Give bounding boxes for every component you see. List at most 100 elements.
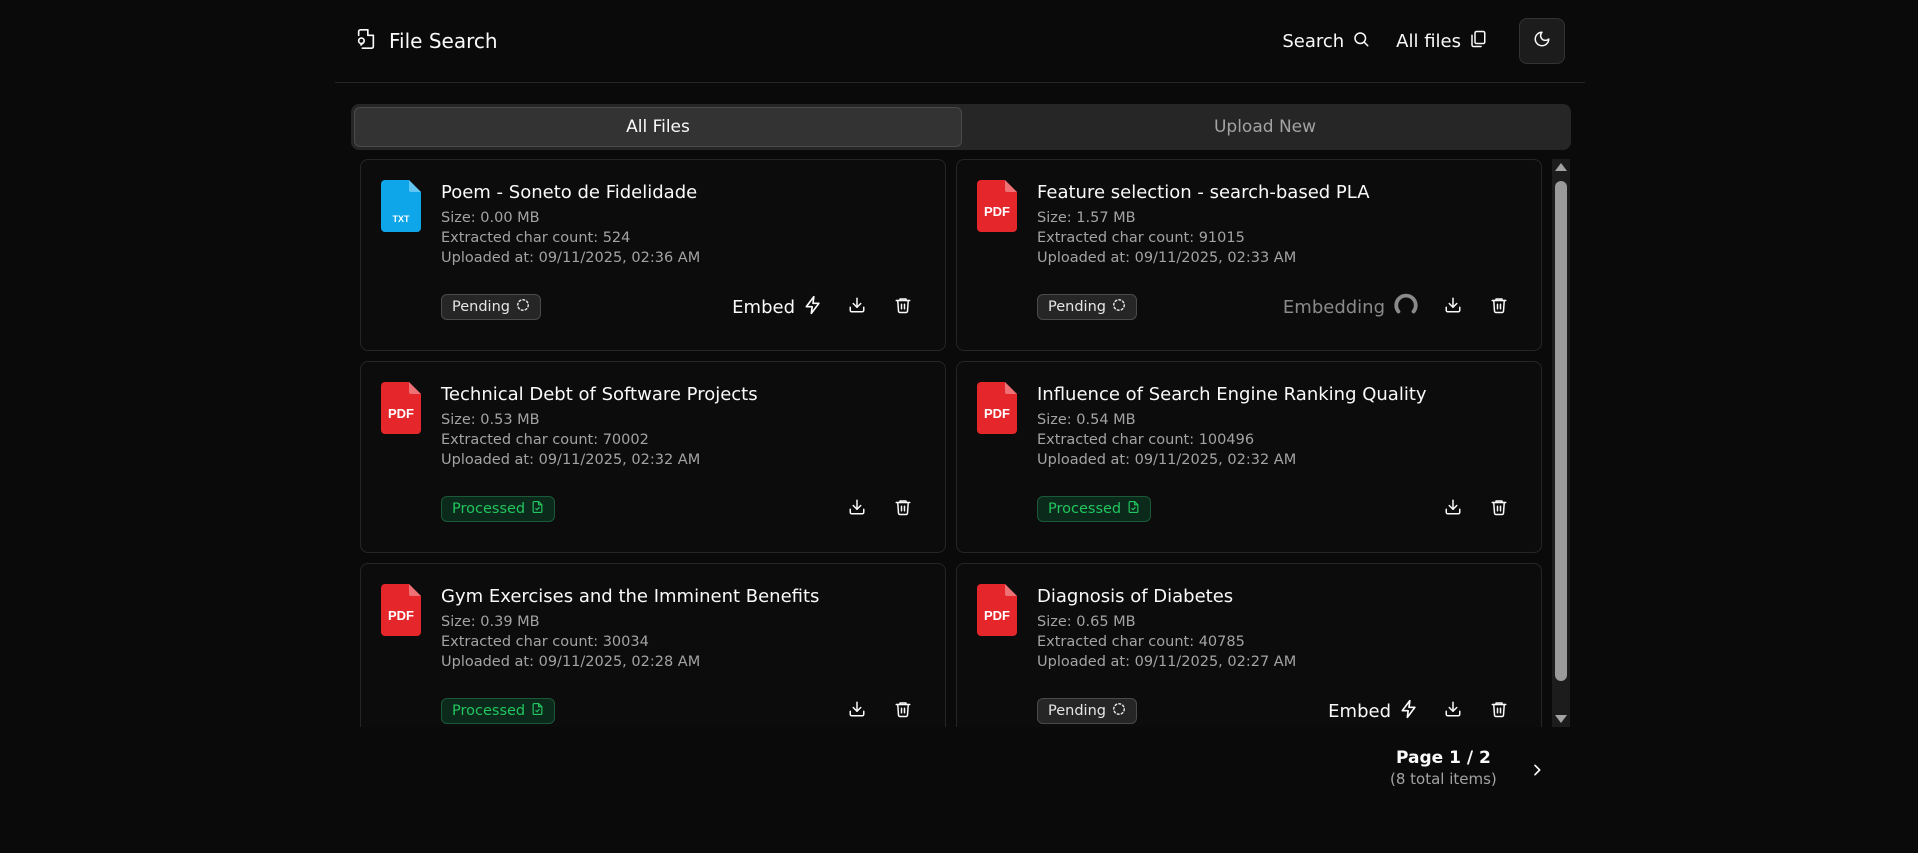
delete-button[interactable] — [891, 295, 915, 319]
status-label: Processed — [1048, 501, 1122, 517]
brand[interactable]: File Search — [355, 28, 498, 55]
svg-text:PDF: PDF — [388, 406, 414, 421]
trash-icon — [1490, 296, 1508, 318]
pdf-file-icon: PDF — [977, 180, 1017, 236]
embed-button[interactable]: Embed — [732, 295, 823, 320]
file-list-viewport[interactable]: TXT Poem - Soneto de Fidelidade Size: 0.… — [360, 159, 1562, 727]
file-size: Size: 0.54 MB — [1037, 412, 1136, 428]
tab-all-files[interactable]: All Files — [354, 107, 962, 147]
file-size: Size: 0.65 MB — [1037, 614, 1136, 630]
moon-icon — [1533, 30, 1551, 52]
file-title: Technical Debt of Software Projects — [441, 384, 758, 405]
card-actions: Embedding — [1283, 292, 1511, 323]
file-size: Size: 0.53 MB — [441, 412, 540, 428]
file-char-count: Extracted char count: 40785 — [1037, 634, 1245, 650]
top-nav: Search All files — [1282, 18, 1565, 64]
file-uploaded-at: Uploaded at: 09/11/2025, 02:36 AM — [441, 250, 701, 266]
spinner-icon — [1112, 702, 1126, 720]
download-icon — [848, 296, 866, 318]
delete-button[interactable] — [891, 497, 915, 521]
file-char-count: Extracted char count: 91015 — [1037, 230, 1245, 246]
file-check-icon — [531, 500, 544, 518]
delete-button[interactable] — [1487, 699, 1511, 723]
file-info: Influence of Search Engine Ranking Quali… — [1037, 384, 1427, 470]
top-bar: File Search Search All files — [335, 0, 1585, 83]
file-info: Poem - Soneto de Fidelidade Size: 0.00 M… — [441, 182, 700, 268]
theme-toggle-button[interactable] — [1519, 18, 1565, 64]
embed-label: Embed — [732, 296, 795, 318]
svg-text:PDF: PDF — [984, 406, 1010, 421]
page-number: Page 1 / 2 — [1396, 748, 1491, 768]
download-button[interactable] — [1441, 699, 1465, 723]
svg-text:TXT: TXT — [393, 214, 411, 224]
copy-files-icon — [1469, 30, 1487, 53]
file-title: Gym Exercises and the Imminent Benefits — [441, 586, 820, 607]
trash-icon — [894, 296, 912, 318]
file-uploaded-at: Uploaded at: 09/11/2025, 02:32 AM — [1037, 452, 1297, 468]
file-check-icon — [1127, 500, 1140, 518]
download-button[interactable] — [1441, 295, 1465, 319]
zap-icon — [803, 295, 823, 320]
download-icon — [1444, 700, 1462, 722]
tab-upload-new[interactable]: Upload New — [962, 107, 1568, 147]
delete-button[interactable] — [1487, 295, 1511, 319]
trash-icon — [1490, 498, 1508, 520]
download-button[interactable] — [845, 497, 869, 521]
all-files-nav-link[interactable]: All files — [1396, 30, 1487, 53]
total-items: (8 total items) — [1390, 770, 1497, 788]
file-uploaded-at: Uploaded at: 09/11/2025, 02:27 AM — [1037, 654, 1297, 670]
search-nav-link[interactable]: Search — [1282, 30, 1370, 53]
app-title: File Search — [389, 29, 498, 53]
file-card: PDF Influence of Search Engine Ranking Q… — [956, 361, 1542, 553]
embed-button[interactable]: Embed — [1328, 699, 1419, 724]
download-button[interactable] — [845, 699, 869, 723]
status-label: Processed — [452, 703, 526, 719]
pdf-file-icon: PDF — [977, 382, 1017, 438]
zap-icon — [1399, 699, 1419, 724]
file-search-icon — [355, 28, 377, 55]
spinner-icon — [1112, 298, 1126, 316]
all-files-nav-label: All files — [1396, 30, 1461, 52]
file-card: PDF Diagnosis of Diabetes Size: 0.65 MB … — [956, 563, 1542, 727]
download-icon — [848, 700, 866, 722]
card-actions: Embed — [1328, 698, 1511, 724]
file-card: PDF Feature selection - search-based PLA… — [956, 159, 1542, 351]
scrollbar[interactable] — [1552, 159, 1570, 727]
file-uploaded-at: Uploaded at: 09/11/2025, 02:32 AM — [441, 452, 701, 468]
scroll-up-arrow[interactable] — [1555, 163, 1567, 171]
download-button[interactable] — [845, 295, 869, 319]
status-label: Processed — [452, 501, 526, 517]
scrollbar-thumb[interactable] — [1555, 181, 1567, 681]
file-size: Size: 0.39 MB — [441, 614, 540, 630]
download-icon — [1444, 296, 1462, 318]
file-char-count: Extracted char count: 30034 — [441, 634, 649, 650]
pdf-file-icon: PDF — [381, 584, 421, 640]
delete-button[interactable] — [891, 699, 915, 723]
scroll-down-arrow[interactable] — [1555, 715, 1567, 723]
file-size: Size: 1.57 MB — [1037, 210, 1136, 226]
file-char-count: Extracted char count: 524 — [441, 230, 631, 246]
trash-icon — [894, 498, 912, 520]
spinner-icon — [516, 298, 530, 316]
status-label: Pending — [1048, 299, 1106, 315]
card-actions: Embed — [732, 294, 915, 320]
status-badge: Processed — [441, 698, 556, 724]
search-icon — [1352, 30, 1370, 53]
file-grid: TXT Poem - Soneto de Fidelidade Size: 0.… — [360, 159, 1562, 727]
file-info: Diagnosis of Diabetes Size: 0.65 MB Extr… — [1037, 586, 1296, 672]
card-actions — [1441, 496, 1511, 522]
spinner-icon — [1393, 292, 1419, 323]
txt-file-icon: TXT — [381, 180, 421, 236]
file-info: Gym Exercises and the Imminent Benefits … — [441, 586, 819, 672]
next-page-button[interactable] — [1525, 760, 1549, 784]
file-check-icon — [531, 702, 544, 720]
card-actions — [845, 496, 915, 522]
file-uploaded-at: Uploaded at: 09/11/2025, 02:28 AM — [441, 654, 701, 670]
delete-button[interactable] — [1487, 497, 1511, 521]
download-button[interactable] — [1441, 497, 1465, 521]
status-badge: Processed — [441, 496, 556, 522]
file-size: Size: 0.00 MB — [441, 210, 540, 226]
file-card: PDF Gym Exercises and the Imminent Benef… — [360, 563, 946, 727]
svg-text:PDF: PDF — [984, 608, 1010, 623]
download-icon — [848, 498, 866, 520]
